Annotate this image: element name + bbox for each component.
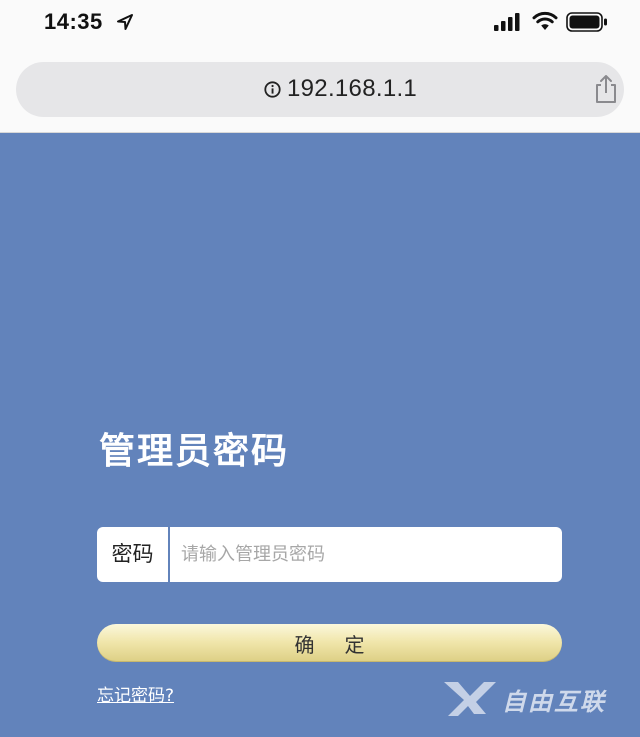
confirm-button[interactable]: 确定	[97, 624, 562, 662]
status-bar: 14:35	[0, 0, 640, 46]
watermark-text: 自由互联	[502, 688, 606, 716]
location-arrow-icon	[117, 14, 133, 30]
cellular-signal-icon	[494, 13, 520, 31]
info-icon[interactable]	[264, 81, 281, 98]
address-bar[interactable]: 192.168.1.1	[16, 62, 624, 117]
password-input[interactable]	[181, 527, 551, 582]
password-field-row: 密码	[97, 527, 562, 582]
url-text[interactable]: 192.168.1.1	[287, 75, 417, 103]
battery-icon	[566, 12, 607, 32]
field-divider	[168, 527, 170, 582]
forgot-password-link[interactable]: 忘记密码?	[97, 681, 174, 706]
share-icon[interactable]	[592, 74, 620, 104]
wifi-icon	[532, 11, 558, 30]
watermark: 自由互联	[440, 678, 630, 718]
browser-chrome: 14:35 192.168.1.1	[0, 0, 640, 133]
watermark-logo-icon	[444, 682, 496, 716]
status-time: 14:35	[44, 9, 103, 34]
page-title: 管理员密码	[99, 431, 290, 472]
password-label: 密码	[111, 542, 154, 566]
